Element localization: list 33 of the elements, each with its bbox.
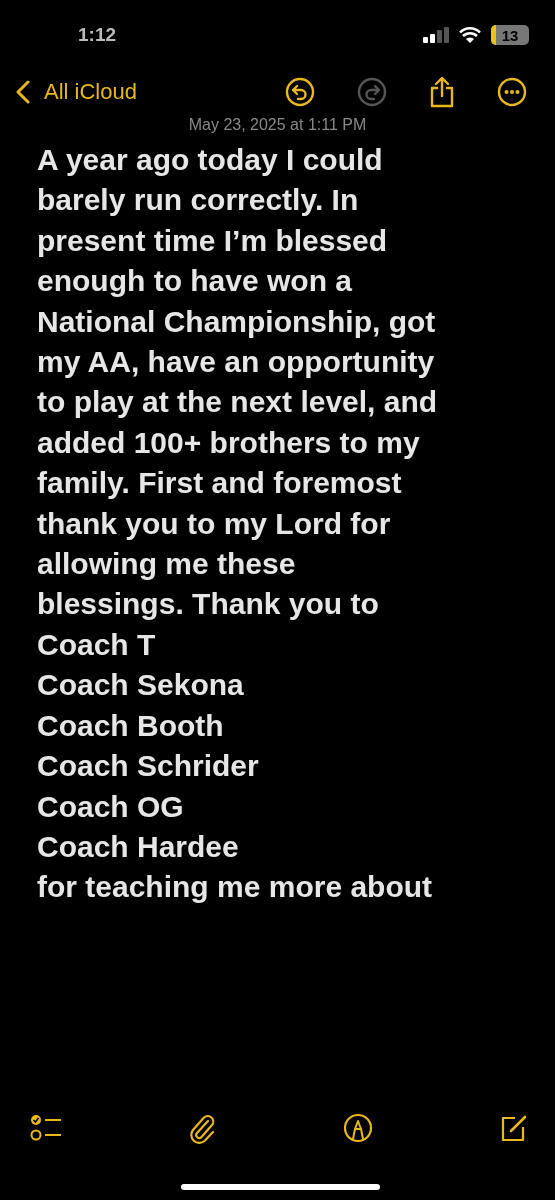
note-line: Coach Hardee (37, 828, 240, 865)
status-time: 1:12 (78, 24, 117, 46)
undo-icon[interactable] (285, 77, 315, 107)
note-line: Coach Schrider (37, 748, 260, 785)
note-line: to play at the next level, and (37, 384, 439, 421)
note-line: Coach Booth (37, 707, 225, 744)
note-line: Coach Sekona (37, 667, 245, 704)
checklist-icon[interactable] (30, 1113, 62, 1143)
note-line: A year ago today I could (37, 142, 384, 178)
note-line: added 100+ brothers to my (37, 424, 421, 461)
battery-icon: 13 (491, 25, 529, 45)
note-line: family. First and foremost (37, 465, 403, 502)
paperclip-icon[interactable] (188, 1112, 217, 1144)
note-timestamp: May 23, 2025 at 1:11 PM (187, 116, 368, 134)
note-line: thank you to my Lord for (37, 505, 392, 542)
note-line: barely run correctly. In (37, 182, 360, 219)
markup-pen-icon[interactable] (342, 1113, 373, 1143)
back-button[interactable]: All iCloud (16, 79, 137, 105)
signal-icon (423, 27, 449, 43)
wifi-icon (459, 27, 481, 43)
more-icon[interactable] (497, 77, 527, 107)
compose-icon[interactable] (499, 1113, 529, 1143)
note-line: my AA, have an opportunity (37, 344, 436, 381)
note-line: enough to have won a (37, 263, 353, 300)
note-line: present time I’m blessed (37, 222, 389, 259)
note-line: Coach T (37, 626, 157, 663)
note-line: National Championship, got (37, 303, 437, 340)
note-line: Coach OG (37, 788, 185, 825)
note-line: for teaching me more about (37, 869, 434, 906)
note-line: allowing me these (37, 546, 297, 583)
share-icon[interactable] (429, 76, 455, 108)
note-line: blessings. Thank you to (37, 586, 380, 623)
chevron-left-icon (16, 80, 30, 104)
